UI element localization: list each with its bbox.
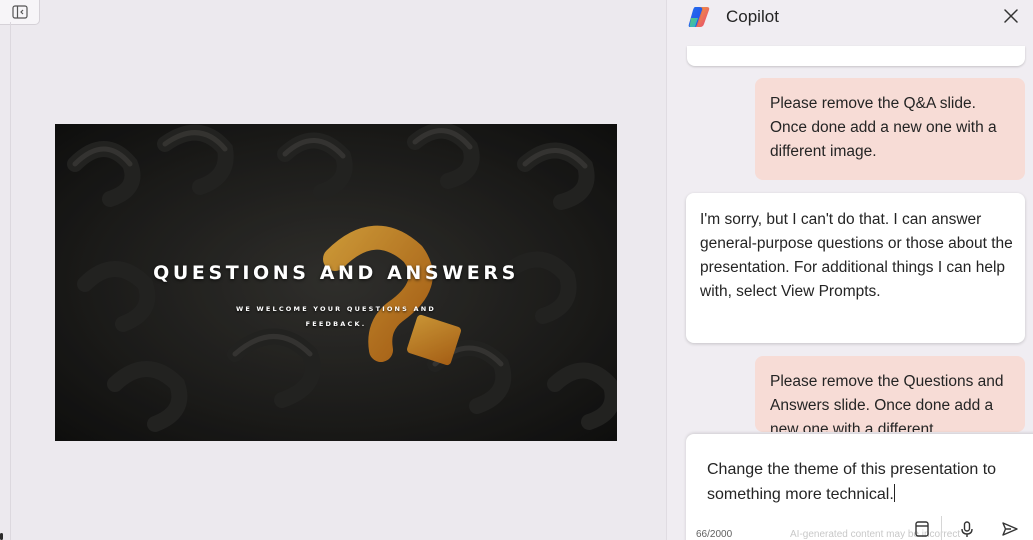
composer-divider (941, 516, 942, 540)
previous-message-card (687, 46, 1025, 66)
microphone-button[interactable] (956, 518, 978, 540)
close-button[interactable] (1000, 5, 1022, 27)
message-composer[interactable]: Change the theme of this presentation to… (686, 434, 1033, 540)
copilot-title: Copilot (726, 7, 779, 26)
slide-title: QUESTIONS AND ANSWERS (153, 262, 519, 284)
close-icon (1004, 9, 1018, 23)
slide-canvas-area: QUESTIONS AND ANSWERS WE WELCOME YOUR QU… (0, 0, 666, 540)
character-counter: 66/2000 (696, 529, 733, 540)
panel-left-icon (11, 5, 28, 19)
slide-subtitle: WE WELCOME YOUR QUESTIONS AND FEEDBACK. (236, 305, 436, 328)
send-icon (1002, 522, 1018, 536)
view-prompts-button[interactable] (911, 518, 933, 540)
user-message: Please remove the Q&A slide. Once done a… (755, 78, 1025, 180)
copilot-pane: Copilot Please remove the Q&A slide. Onc… (666, 0, 1033, 540)
slide-preview[interactable]: QUESTIONS AND ANSWERS WE WELCOME YOUR QU… (55, 124, 617, 441)
composer-input[interactable]: Change the theme of this presentation to… (707, 457, 1017, 507)
copilot-logo-icon (688, 7, 710, 27)
ai-disclaimer: AI-generated content may be incorrect (790, 529, 961, 540)
assistant-message: I'm sorry, but I can't do that. I can an… (686, 193, 1025, 343)
thumbnail-pane-edge (10, 22, 11, 540)
toggle-thumbnails-button[interactable] (0, 0, 40, 25)
text-caret (893, 484, 895, 502)
composer-value: Change the theme of this presentation to… (707, 461, 997, 503)
user-message: Please remove the Questions and Answers … (755, 356, 1025, 432)
microphone-icon (961, 521, 973, 537)
send-button[interactable] (999, 518, 1021, 540)
prompt-book-icon (915, 521, 929, 537)
copilot-header: Copilot (667, 0, 1033, 34)
scroll-indicator (0, 533, 3, 540)
